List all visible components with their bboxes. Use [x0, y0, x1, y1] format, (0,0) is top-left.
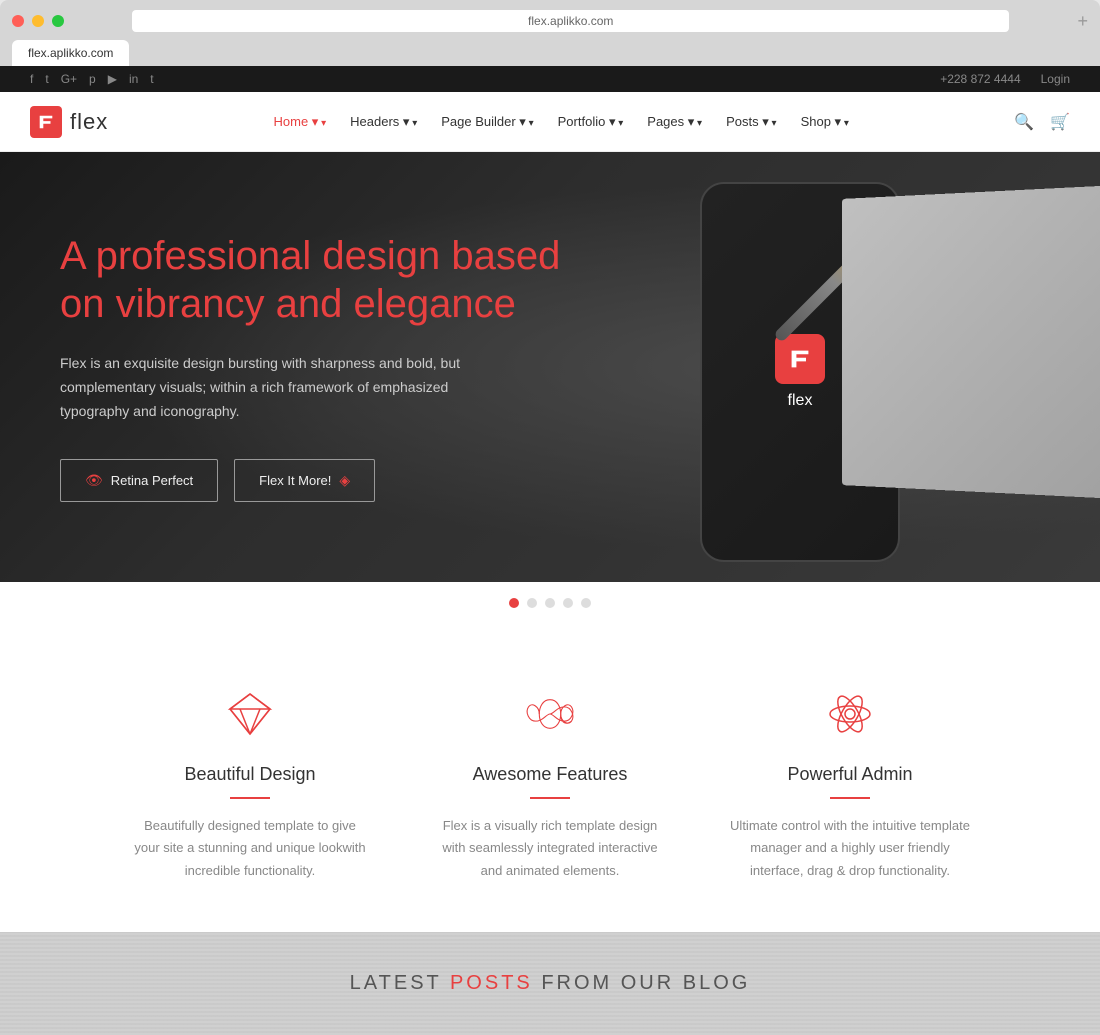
logo-text: flex — [70, 109, 108, 135]
infinity-feature-icon — [430, 684, 670, 744]
hero-description: Flex is an exquisite design bursting wit… — [60, 352, 480, 423]
navbar: flex Home ▾ Headers ▾ Page Builder ▾ Por… — [0, 92, 1100, 152]
search-icon[interactable]: 🔍 — [1014, 112, 1034, 132]
googleplus-icon[interactable]: G+ — [61, 72, 77, 86]
feature-features-title: Awesome Features — [430, 764, 670, 785]
blog-section-title: LATEST POSTS FROM OUR BLOG — [30, 972, 1070, 995]
slider-dot-4[interactable] — [563, 598, 573, 608]
facebook-icon[interactable]: f — [30, 72, 33, 86]
social-icons: f t G+ p ▶ in t — [30, 72, 154, 86]
maximize-button[interactable] — [52, 15, 64, 27]
nav-shop[interactable]: Shop ▾ — [801, 114, 849, 130]
browser-chrome: flex.aplikko.com + flex.aplikko.com — [0, 0, 1100, 66]
slider-dot-5[interactable] — [581, 598, 591, 608]
slider-dots — [0, 582, 1100, 624]
phone-logo-icon — [775, 334, 825, 384]
slider-dot-3[interactable] — [545, 598, 555, 608]
nav-page-builder[interactable]: Page Builder ▾ — [441, 114, 533, 130]
hero-content: A professional design based on vibrancy … — [60, 232, 580, 502]
logo-icon — [30, 106, 62, 138]
phone-logo-text: flex — [788, 392, 813, 410]
nav-menu: Home ▾ Headers ▾ Page Builder ▾ Portfoli… — [274, 114, 849, 130]
youtube-icon[interactable]: ▶ — [108, 72, 117, 86]
feature-features-underline — [530, 797, 570, 799]
slider-dot-2[interactable] — [527, 598, 537, 608]
nav-posts[interactable]: Posts ▾ — [726, 114, 776, 130]
address-bar[interactable]: flex.aplikko.com — [132, 10, 1009, 32]
eye-icon: 👁 — [85, 472, 103, 489]
feature-design: Beautiful Design Beautifully designed te… — [100, 684, 400, 881]
blog-title-suffix: FROM OUR BLOG — [541, 972, 750, 994]
minimize-button[interactable] — [32, 15, 44, 27]
features-section: Beautiful Design Beautifully designed te… — [0, 624, 1100, 931]
top-bar: f t G+ p ▶ in t +228 872 4444 Login — [0, 66, 1100, 92]
hero-buttons: 👁 Retina Perfect Flex It More! ◈ — [60, 459, 580, 502]
pinterest-icon[interactable]: p — [89, 72, 96, 86]
top-bar-right: +228 872 4444 Login — [940, 72, 1070, 86]
diamond-feature-icon — [130, 684, 370, 744]
linkedin-icon[interactable]: in — [129, 72, 138, 86]
nav-home[interactable]: Home ▾ — [274, 114, 327, 130]
feature-features-desc: Flex is a visually rich template design … — [430, 815, 670, 881]
retina-perfect-button[interactable]: 👁 Retina Perfect — [60, 459, 218, 502]
feature-design-title: Beautiful Design — [130, 764, 370, 785]
tumblr-icon[interactable]: t — [150, 72, 153, 86]
nav-icons: 🔍 🛒 — [1014, 112, 1070, 132]
slider-dot-1[interactable] — [509, 598, 519, 608]
flex-more-button[interactable]: Flex It More! ◈ — [234, 459, 375, 502]
phone-number: +228 872 4444 — [940, 72, 1020, 86]
blog-section: LATEST POSTS FROM OUR BLOG — [0, 932, 1100, 1035]
website-container: f t G+ p ▶ in t +228 872 4444 Login flex… — [0, 66, 1100, 1035]
browser-titlebar: flex.aplikko.com + — [12, 10, 1088, 32]
atom-feature-icon — [730, 684, 970, 744]
cart-icon[interactable]: 🛒 — [1050, 112, 1070, 132]
feature-admin-title: Powerful Admin — [730, 764, 970, 785]
nav-headers[interactable]: Headers ▾ — [350, 114, 417, 130]
hero-section: flex A professional design based on vibr… — [0, 152, 1100, 582]
feature-admin: Powerful Admin Ultimate control with the… — [700, 684, 1000, 881]
new-tab-button[interactable]: + — [1077, 11, 1088, 32]
flex-button-label: Flex It More! — [259, 473, 331, 488]
retina-button-label: Retina Perfect — [111, 473, 193, 488]
login-link[interactable]: Login — [1041, 72, 1070, 86]
blog-title-prefix: LATEST — [350, 972, 450, 994]
twitter-icon[interactable]: t — [45, 72, 48, 86]
feature-features: Awesome Features Flex is a visually rich… — [400, 684, 700, 881]
close-button[interactable] — [12, 15, 24, 27]
laptop-mockup — [842, 184, 1100, 499]
browser-tabs: flex.aplikko.com — [12, 40, 1088, 66]
blog-title-highlight: POSTS — [450, 972, 533, 994]
nav-pages[interactable]: Pages ▾ — [647, 114, 702, 130]
feature-design-desc: Beautifully designed template to give yo… — [130, 815, 370, 881]
diamond-icon: ◈ — [339, 472, 350, 489]
feature-design-underline — [230, 797, 270, 799]
feature-admin-underline — [830, 797, 870, 799]
active-tab[interactable]: flex.aplikko.com — [12, 40, 129, 66]
nav-portfolio[interactable]: Portfolio ▾ — [558, 114, 624, 130]
logo[interactable]: flex — [30, 106, 108, 138]
feature-admin-desc: Ultimate control with the intuitive temp… — [730, 815, 970, 881]
hero-title: A professional design based on vibrancy … — [60, 232, 580, 328]
